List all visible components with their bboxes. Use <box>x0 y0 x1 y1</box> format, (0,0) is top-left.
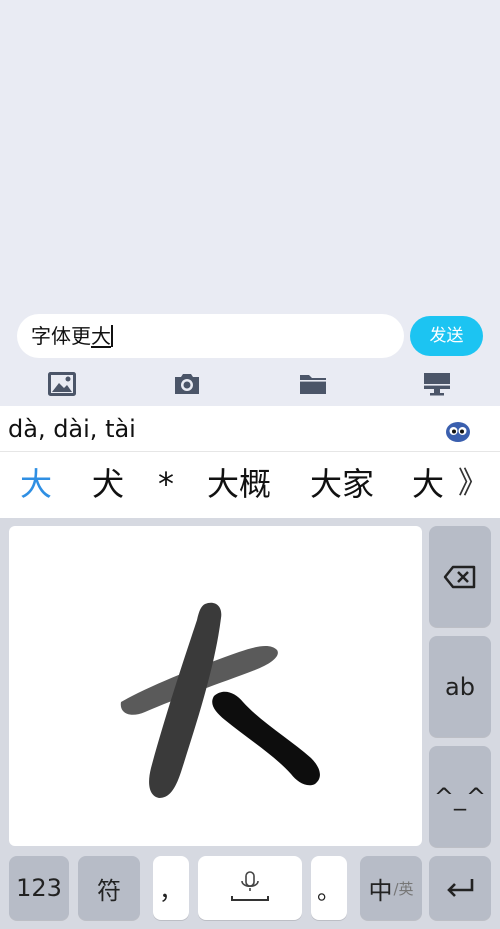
keyboard: ab ^_^ 123 符 ， 。 中/英 <box>0 518 500 929</box>
language-sub-label: /英 <box>393 879 414 898</box>
number-key[interactable]: 123 <box>9 856 69 920</box>
candidate-item[interactable]: 大 <box>20 464 52 504</box>
handwriting-pad[interactable] <box>9 526 422 846</box>
chat-area[interactable] <box>0 0 500 308</box>
delete-key[interactable] <box>429 526 491 627</box>
enter-icon <box>447 879 474 897</box>
candidate-bar: 大 犬 * 大概 大家 大 》 <box>0 452 500 518</box>
attachment-toolbar <box>0 364 500 406</box>
folder-icon[interactable] <box>298 370 328 398</box>
backspace-icon <box>443 565 476 588</box>
language-switch-key[interactable]: 中/英 <box>360 856 422 920</box>
symbol-key[interactable]: 符 <box>78 856 140 920</box>
comma-key[interactable]: ， <box>153 856 189 920</box>
pinyin-bar: dà, dài, tài <box>0 406 500 452</box>
candidate-item[interactable]: 大家 <box>310 464 374 504</box>
more-candidates-button[interactable]: 》 <box>446 452 500 518</box>
candidate-item[interactable]: 大概 <box>207 464 271 504</box>
language-main-label: 中 <box>368 876 393 905</box>
mic-icon <box>231 871 269 901</box>
candidate-item[interactable]: 犬 <box>92 464 124 504</box>
candidate-item[interactable]: * <box>158 464 174 504</box>
pinyin-readings: dà, dài, tài <box>8 415 136 443</box>
send-button[interactable]: 发送 <box>410 316 483 356</box>
latin-mode-key[interactable]: ab <box>429 636 491 737</box>
composing-text: 大 <box>91 324 111 348</box>
candidate-item[interactable]: 大 <box>412 464 444 504</box>
message-input[interactable]: 字体更大 <box>17 314 404 358</box>
message-text: 字体更 <box>31 324 91 348</box>
camera-icon[interactable] <box>172 370 202 398</box>
mascot-icon[interactable] <box>445 419 471 443</box>
period-key[interactable]: 。 <box>311 856 347 920</box>
emoticon-key[interactable]: ^_^ <box>429 746 491 847</box>
handwriting-strokes <box>120 602 320 798</box>
text-caret <box>111 325 113 347</box>
monitor-icon[interactable] <box>422 370 452 398</box>
composer-row: 字体更大 发送 <box>0 308 500 364</box>
enter-key[interactable] <box>429 856 491 920</box>
image-icon[interactable] <box>47 370 77 398</box>
space-key[interactable] <box>198 856 302 920</box>
